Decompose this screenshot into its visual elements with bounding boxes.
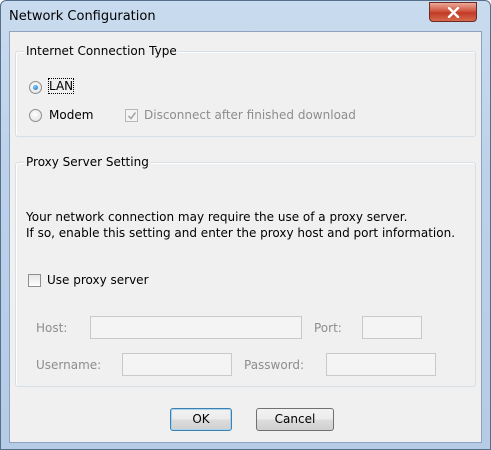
password-input[interactable]: [326, 353, 436, 376]
window-title: Network Configuration: [9, 9, 156, 24]
password-label: Password:: [244, 358, 305, 372]
port-input[interactable]: [362, 316, 422, 339]
proxy-server-group: Proxy Server Setting Your network connec…: [15, 155, 476, 387]
use-proxy-checkbox[interactable]: [28, 274, 41, 287]
connection-type-group: Internet Connection Type LAN Modem Disco…: [15, 44, 476, 137]
username-label: Username:: [36, 358, 102, 372]
lan-label[interactable]: LAN: [47, 78, 75, 94]
dialog-window: Network Configuration Internet Connectio…: [0, 0, 491, 450]
ok-button[interactable]: OK: [170, 408, 232, 431]
modem-radio[interactable]: [29, 109, 42, 122]
lan-radio[interactable]: [29, 81, 42, 94]
title-bar[interactable]: Network Configuration: [1, 1, 490, 31]
close-button[interactable]: [429, 2, 477, 22]
cancel-button[interactable]: Cancel: [256, 408, 334, 431]
proxy-server-group-title: Proxy Server Setting: [24, 155, 151, 169]
close-icon: [447, 7, 460, 18]
disconnect-label[interactable]: Disconnect after finished download: [144, 108, 356, 122]
connection-type-group-title: Internet Connection Type: [24, 44, 179, 58]
modem-label[interactable]: Modem: [49, 108, 93, 122]
host-label: Host:: [36, 321, 68, 335]
port-label: Port:: [314, 321, 342, 335]
dialog-client-area: Internet Connection Type LAN Modem Disco…: [9, 31, 482, 443]
disconnect-checkbox[interactable]: [125, 109, 138, 122]
checkmark-icon: [127, 112, 137, 120]
use-proxy-label[interactable]: Use proxy server: [47, 273, 149, 287]
proxy-description-line1: Your network connection may require the …: [26, 210, 408, 224]
host-input[interactable]: [90, 316, 302, 339]
proxy-description-line2: If so, enable this setting and enter the…: [26, 226, 456, 240]
username-input[interactable]: [122, 353, 232, 376]
